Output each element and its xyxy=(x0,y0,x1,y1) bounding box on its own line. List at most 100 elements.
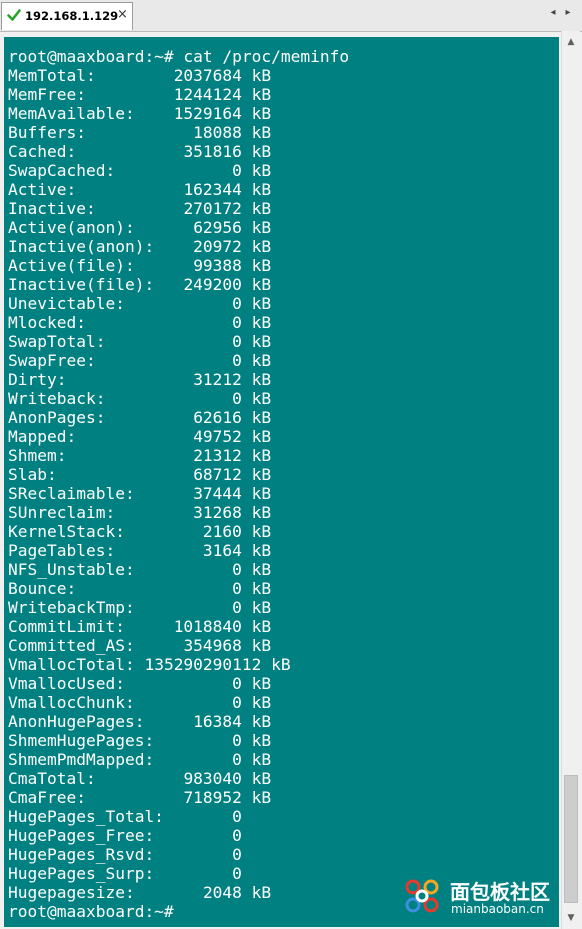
meminfo-row: Active(anon): 62956 kB xyxy=(8,218,271,237)
meminfo-row: Dirty: 31212 kB xyxy=(8,370,271,389)
meminfo-key: Active(anon): xyxy=(8,218,135,237)
meminfo-row: CommitLimit: 1018840 kB xyxy=(8,617,271,636)
meminfo-value: 2048 xyxy=(202,883,242,902)
meminfo-key: Buffers: xyxy=(8,123,86,142)
meminfo-key: HugePages_Surp: xyxy=(8,864,155,883)
meminfo-value: 0 xyxy=(232,560,242,579)
meminfo-row: ShmemPmdMapped: 0 kB xyxy=(8,750,271,769)
meminfo-unit: kB xyxy=(251,332,272,351)
meminfo-row: HugePages_Total: 0 xyxy=(8,807,242,826)
meminfo-key: VmallocChunk: xyxy=(8,693,135,712)
meminfo-key: Inactive(file): xyxy=(8,275,155,294)
meminfo-unit: kB xyxy=(251,275,272,294)
meminfo-value: 270172 xyxy=(183,199,242,218)
watermark: 面包板社区 mianbaoban.cn xyxy=(402,876,582,920)
meminfo-unit: kB xyxy=(251,541,272,560)
vertical-scrollbar[interactable]: ▲ ▼ xyxy=(561,31,580,929)
meminfo-unit: kB xyxy=(251,389,272,408)
meminfo-key: SwapCached: xyxy=(8,161,116,180)
tab-session[interactable]: 192.168.1.129 × xyxy=(1,2,133,30)
meminfo-unit: kB xyxy=(251,503,272,522)
meminfo-row: Inactive: 270172 kB xyxy=(8,199,271,218)
meminfo-value: 37444 xyxy=(193,484,242,503)
meminfo-value: 20972 xyxy=(193,237,242,256)
meminfo-row: VmallocUsed: 0 kB xyxy=(8,674,271,693)
terminal-output[interactable]: root@maaxboard:~# cat /proc/meminfo MemT… xyxy=(4,37,559,927)
meminfo-key: Active: xyxy=(8,180,77,199)
meminfo-value: 0 xyxy=(232,598,242,617)
meminfo-row: SUnreclaim: 31268 kB xyxy=(8,503,271,522)
meminfo-row: HugePages_Free: 0 xyxy=(8,826,242,845)
meminfo-key: NFS_Unstable: xyxy=(8,560,135,579)
meminfo-value: 249200 xyxy=(183,275,242,294)
meminfo-value: 0 xyxy=(232,807,242,826)
meminfo-value: 0 xyxy=(232,674,242,693)
meminfo-row: Buffers: 18088 kB xyxy=(8,123,271,142)
meminfo-value: 62616 xyxy=(193,408,242,427)
meminfo-unit: kB xyxy=(251,370,272,389)
meminfo-row: SwapTotal: 0 kB xyxy=(8,332,271,351)
meminfo-value: 3164 xyxy=(202,541,242,560)
meminfo-value: 31268 xyxy=(193,503,242,522)
meminfo-value: 62956 xyxy=(193,218,242,237)
meminfo-unit: kB xyxy=(251,769,272,788)
meminfo-unit: kB xyxy=(251,465,272,484)
meminfo-row: MemFree: 1244124 kB xyxy=(8,85,271,104)
meminfo-row: Writeback: 0 kB xyxy=(8,389,271,408)
meminfo-unit: kB xyxy=(251,66,272,85)
meminfo-row: Inactive(anon): 20972 kB xyxy=(8,237,271,256)
scroll-up-icon[interactable]: ▲ xyxy=(562,33,580,51)
meminfo-value: 354968 xyxy=(183,636,242,655)
meminfo-value: 0 xyxy=(232,161,242,180)
meminfo-row: Mlocked: 0 kB xyxy=(8,313,271,332)
tab-scroll-right-icon[interactable]: ▸ xyxy=(562,7,574,21)
meminfo-value: 0 xyxy=(232,389,242,408)
meminfo-row: VmallocTotal: 135290290112 kB xyxy=(8,655,291,674)
meminfo-value: 2037684 xyxy=(173,66,242,85)
tab-scroll-left-icon[interactable]: ◂ xyxy=(547,7,559,21)
terminal-window: 192.168.1.129 × ◂ ▸ root@maaxboard:~# ca… xyxy=(0,0,582,929)
meminfo-row: WritebackTmp: 0 kB xyxy=(8,598,271,617)
meminfo-row: VmallocChunk: 0 kB xyxy=(8,693,271,712)
meminfo-value: 0 xyxy=(232,579,242,598)
meminfo-value: 1529164 xyxy=(173,104,242,123)
meminfo-row: AnonHugePages: 16384 kB xyxy=(8,712,271,731)
meminfo-value: 68712 xyxy=(193,465,242,484)
meminfo-key: HugePages_Rsvd: xyxy=(8,845,155,864)
meminfo-value: 718952 xyxy=(183,788,242,807)
meminfo-unit: kB xyxy=(251,788,272,807)
meminfo-row: Committed_AS: 354968 kB xyxy=(8,636,271,655)
meminfo-key: MemTotal: xyxy=(8,66,96,85)
meminfo-unit: kB xyxy=(251,750,272,769)
meminfo-key: ShmemHugePages: xyxy=(8,731,155,750)
meminfo-unit: kB xyxy=(251,446,272,465)
final-prompt-line: root@maaxboard:~# xyxy=(8,902,174,921)
meminfo-value: 0 xyxy=(232,731,242,750)
meminfo-unit: kB xyxy=(251,351,272,370)
meminfo-unit: kB xyxy=(251,731,272,750)
meminfo-row: Hugepagesize: 2048 kB xyxy=(8,883,271,902)
meminfo-value: 351816 xyxy=(183,142,242,161)
meminfo-key: Writeback: xyxy=(8,389,106,408)
tab-title: 192.168.1.129 xyxy=(25,9,119,23)
meminfo-unit: kB xyxy=(251,427,272,446)
meminfo-value: 983040 xyxy=(183,769,242,788)
meminfo-key: PageTables: xyxy=(8,541,116,560)
meminfo-unit: kB xyxy=(251,180,272,199)
command-prompt-line: root@maaxboard:~# cat /proc/meminfo xyxy=(8,47,350,66)
meminfo-row: AnonPages: 62616 kB xyxy=(8,408,271,427)
meminfo-row: NFS_Unstable: 0 kB xyxy=(8,560,271,579)
meminfo-value: 0 xyxy=(232,845,242,864)
meminfo-unit: kB xyxy=(251,408,272,427)
close-icon[interactable]: × xyxy=(117,7,128,23)
meminfo-row: Mapped: 49752 kB xyxy=(8,427,271,446)
tab-bar: 192.168.1.129 × ◂ ▸ xyxy=(0,0,582,32)
terminal-text: root@maaxboard:~# cat /proc/meminfo MemT… xyxy=(4,37,559,921)
meminfo-unit: kB xyxy=(251,256,272,275)
meminfo-row: Active(file): 99388 kB xyxy=(8,256,271,275)
meminfo-row: CmaFree: 718952 kB xyxy=(8,788,271,807)
meminfo-row: Active: 162344 kB xyxy=(8,180,271,199)
meminfo-value: 135290290112 xyxy=(144,655,262,674)
meminfo-key: HugePages_Total: xyxy=(8,807,164,826)
meminfo-key: VmallocTotal: xyxy=(8,655,135,674)
